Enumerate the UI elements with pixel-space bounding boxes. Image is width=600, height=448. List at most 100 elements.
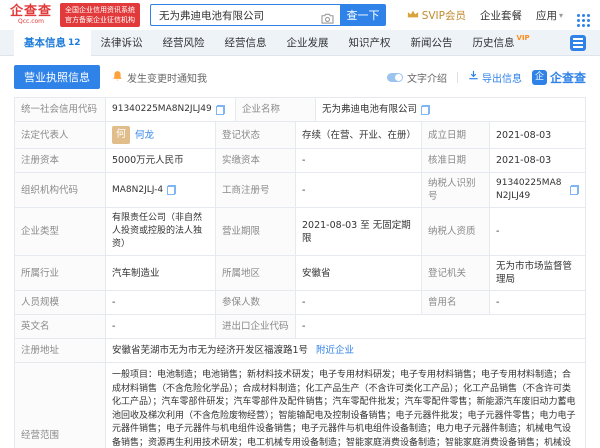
- label-credit-code: 统一社会信用代码: [15, 98, 106, 121]
- notify-change-button[interactable]: 发生变更时通知我: [112, 70, 207, 85]
- value-status: 存续（在营、开业、在册）: [296, 122, 422, 148]
- section-header-actions: 文字介绍 导出信息 企 企查查: [387, 69, 586, 86]
- tab-label: 知识产权: [349, 35, 391, 50]
- tab-operation-risk[interactable]: 经营风险: [153, 30, 215, 56]
- tab-basic-info[interactable]: 基本信息 12: [14, 30, 91, 56]
- value-org-code: MA8N2JLJ-4: [106, 173, 216, 207]
- company-name-text: 无为弗迪电池有限公司: [322, 103, 417, 116]
- logo-domain: Qcc.com: [18, 19, 44, 25]
- label-org-code: 组织机构代码: [15, 173, 106, 207]
- logo-text: 企查查: [10, 5, 52, 18]
- search-bar: 查一下: [150, 4, 386, 26]
- label-established: 成立日期: [422, 122, 490, 148]
- copy-icon[interactable]: [216, 105, 225, 115]
- label-taxpayer-quality: 纳税人资质: [422, 208, 490, 255]
- camera-icon[interactable]: [321, 9, 334, 28]
- value-business-scope: 一般项目：电池制造；电池销售；新材料技术研发；电子专用材料研发；电子专用材料销售…: [106, 363, 585, 448]
- value-established: 2021-08-03: [490, 122, 585, 148]
- legal-rep-link[interactable]: 何龙: [135, 129, 154, 142]
- tab-history-info[interactable]: 历史信息 VIP: [463, 30, 540, 56]
- apps-menu[interactable]: 应用 ▾: [536, 8, 563, 23]
- value-insured-count: -: [296, 291, 422, 314]
- bell-icon: [112, 70, 123, 85]
- label-business-scope: 经营范围: [15, 363, 106, 448]
- value-address: 安徽省芜湖市无为市无为经济开发区福渡路1号 附近企业: [106, 339, 585, 362]
- credit-code-text: 91340225MA8N2JLJ49: [112, 103, 212, 116]
- top-right-menu: SVIP会员 企业套餐 应用 ▾: [407, 8, 590, 23]
- label-english-name: 英文名: [15, 315, 106, 338]
- tab-operation-info[interactable]: 经营信息: [215, 30, 277, 56]
- apps-grid-icon[interactable]: [577, 14, 580, 17]
- table-row: 组织机构代码 MA8N2JLJ-4 工商注册号 - 纳税人识别号 9134022…: [15, 173, 585, 208]
- value-company-name: 无为弗迪电池有限公司: [316, 98, 585, 121]
- svip-label: SVIP会员: [422, 8, 466, 23]
- text-intro-toggle-icon: [387, 73, 403, 82]
- qcc-logo[interactable]: 企查查 Qcc.com: [10, 5, 52, 25]
- value-industry: 汽车制造业: [106, 256, 216, 290]
- qcc-watermark-icon: 企: [532, 70, 547, 85]
- value-import-export-code: -: [296, 315, 585, 338]
- tab-intellectual-property[interactable]: 知识产权: [339, 30, 401, 56]
- tab-legal-litigation[interactable]: 法律诉讼: [91, 30, 153, 56]
- label-legal-rep: 法定代表人: [15, 122, 106, 148]
- label-approval-date: 核准日期: [422, 149, 490, 172]
- label-former-name: 曾用名: [422, 291, 490, 314]
- text-intro-label: 文字介绍: [407, 70, 447, 85]
- tab-label: 基本信息: [24, 35, 66, 50]
- qcc-watermark: 企 企查查: [532, 69, 586, 86]
- tab-label: 新闻公告: [411, 35, 453, 50]
- table-row: 英文名 - 进出口企业代码 -: [15, 315, 585, 339]
- copy-icon[interactable]: [570, 185, 579, 195]
- value-taxpayer-quality: -: [490, 208, 585, 255]
- table-row: 经营范围 一般项目：电池制造；电池销售；新材料技术研发；电子专用材料研发；电子专…: [15, 363, 585, 448]
- value-reg-number: -: [296, 173, 422, 207]
- value-company-type: 有限责任公司（非自然人投资或控股的法人独资）: [106, 208, 216, 255]
- caret-down-icon: ▾: [559, 11, 563, 20]
- copy-icon[interactable]: [167, 185, 176, 195]
- nav-menu-icon[interactable]: [570, 35, 586, 51]
- search-button[interactable]: 查一下: [340, 4, 386, 26]
- label-import-export-code: 进出口企业代码: [216, 315, 296, 338]
- value-former-name: -: [490, 291, 585, 314]
- legal-rep-avatar[interactable]: 何: [112, 126, 130, 144]
- tab-count: 12: [68, 38, 81, 48]
- label-taxpayer-id: 纳税人识别号: [422, 173, 490, 207]
- table-row: 人员规模 - 参保人数 - 曾用名 -: [15, 291, 585, 315]
- export-info-button[interactable]: 导出信息: [468, 70, 522, 85]
- apps-label: 应用: [536, 8, 557, 23]
- tab-news-announcements[interactable]: 新闻公告: [401, 30, 463, 56]
- value-reg-authority: 无为市市场监督管理局: [490, 256, 585, 290]
- value-reg-capital: 5000万元人民币: [106, 149, 216, 172]
- tab-company-development[interactable]: 企业发展: [277, 30, 339, 56]
- company-nav-tabs: 基本信息 12 法律诉讼 经营风险 经营信息 企业发展 知识产权 新闻公告 历史…: [0, 30, 600, 56]
- value-english-name: -: [106, 315, 216, 338]
- label-staff-size: 人员规模: [15, 291, 106, 314]
- vip-badge: VIP: [517, 34, 530, 42]
- tab-label: 企业发展: [287, 35, 329, 50]
- table-row: 注册资本 5000万元人民币 实缴资本 - 核准日期 2021-08-03: [15, 149, 585, 173]
- search-input[interactable]: [150, 4, 340, 26]
- address-text: 安徽省芜湖市无为市无为经济开发区福渡路1号: [112, 344, 308, 357]
- section-title-tag: 营业执照信息: [14, 65, 100, 89]
- taxpayer-id-text: 91340225MA8N2JLJ49: [496, 177, 566, 203]
- text-intro-toggle[interactable]: 文字介绍: [387, 70, 447, 85]
- certification-badge: 全国企业信用资讯系统 官方备案企业征信机构: [60, 3, 140, 27]
- label-reg-authority: 登记机关: [422, 256, 490, 290]
- export-icon: [468, 70, 479, 84]
- value-approval-date: 2021-08-03: [490, 149, 585, 172]
- vertical-divider: [457, 72, 458, 83]
- nearby-companies-link[interactable]: 附近企业: [316, 344, 354, 357]
- crown-icon: [407, 9, 419, 22]
- label-address: 注册地址: [15, 339, 106, 362]
- svip-member-link[interactable]: SVIP会员: [407, 8, 466, 23]
- tab-label: 法律诉讼: [101, 35, 143, 50]
- label-company-name: 企业名称: [236, 98, 316, 121]
- copy-icon[interactable]: [421, 105, 430, 115]
- tab-label: 历史信息: [473, 35, 515, 50]
- table-row: 统一社会信用代码 91340225MA8N2JLJ49 企业名称 无为弗迪电池有…: [15, 98, 585, 122]
- label-paid-capital: 实缴资本: [216, 149, 296, 172]
- label-region: 所属地区: [216, 256, 296, 290]
- enterprise-package-link[interactable]: 企业套餐: [480, 8, 522, 23]
- notify-label: 发生变更时通知我: [127, 70, 207, 85]
- top-bar: 企查查 Qcc.com 全国企业信用资讯系统 官方备案企业征信机构 查一下 SV…: [0, 0, 600, 30]
